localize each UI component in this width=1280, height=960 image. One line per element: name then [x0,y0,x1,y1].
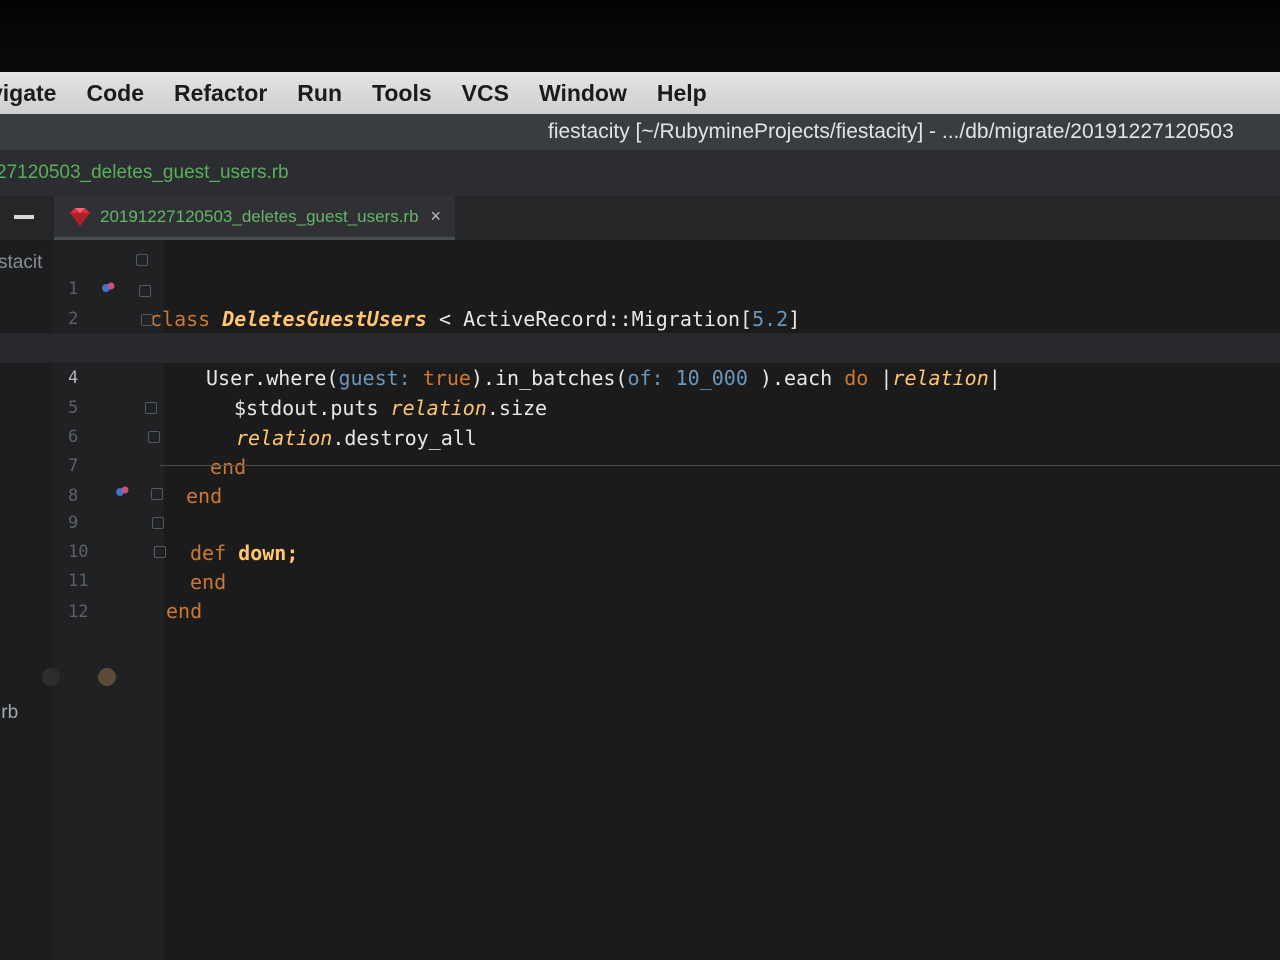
fold-icon[interactable] [139,285,151,297]
menu-code[interactable]: Code [86,80,144,107]
menu-help[interactable]: Help [657,80,707,107]
menu-run[interactable]: Run [297,80,342,107]
override-method-icon[interactable] [101,281,115,293]
breadcrumb-file[interactable]: 27120503_deletes_guest_users.rb [0,150,289,196]
menu-refactor[interactable]: Refactor [174,80,267,107]
reflection-glare [98,668,116,686]
code-line: 8 [0,451,1280,506]
menu-navigate[interactable]: vigate [0,80,56,107]
code-line: 7 end [0,421,1280,508]
reflection-glare [42,668,60,686]
method-separator [160,465,1280,466]
keyword-end: end [166,599,203,623]
code-line: 5 relation.destroy_all [0,363,1280,450]
minimize-icon[interactable] [14,215,34,219]
code-line: 2 def up [0,274,1280,361]
menu-tools[interactable]: Tools [372,80,432,107]
code-line: 11 end [0,536,1280,623]
override-method-icon[interactable] [115,485,129,497]
line-number: 12 [68,602,89,622]
menu-vcs[interactable]: VCS [462,80,509,107]
code-line: 10 end [0,507,1280,594]
code-text: end [166,596,202,626]
fold-icon[interactable] [151,488,163,500]
code-line: 12 [0,567,1280,622]
editor-tab-bar: 20191227120503_deletes_guest_users.rb × [0,196,1280,241]
sidebar-file-label[interactable]: .rb [0,702,18,724]
code-line: 9 def down; [0,478,1280,565]
code-line: 3 User.where(guest: true).in_batches(of:… [0,303,1280,390]
fold-icon[interactable] [148,431,160,443]
fold-icon[interactable] [141,314,153,326]
fold-icon[interactable] [154,546,166,558]
fold-icon[interactable] [152,517,164,529]
menu-window[interactable]: Window [539,80,627,107]
navigation-bar: 27120503_deletes_guest_users.rb [0,150,1280,196]
fold-icon[interactable] [145,402,157,414]
editor-tab[interactable]: 20191227120503_deletes_guest_users.rb × [54,196,456,240]
code-line: 1 class DeletesGuestUsers < ActiveRecord… [0,244,1280,331]
code-line: 6 end [0,392,1280,479]
screen-bezel [0,0,1280,72]
fold-icon[interactable] [136,254,148,266]
current-code-line: 4 $stdout.puts relation.size [0,333,1280,420]
window-title: fiestacity [~/RubymineProjects/fiestacit… [548,120,1234,143]
window-title-bar: fiestacity [~/RubymineProjects/fiestacit… [0,114,1280,150]
ruby-file-icon [70,207,90,226]
menu-bar: vigate Code Refactor Run Tools VCS Windo… [0,72,1280,114]
close-icon[interactable]: × [431,206,442,227]
tab-label: 20191227120503_deletes_guest_users.rb [100,206,419,226]
